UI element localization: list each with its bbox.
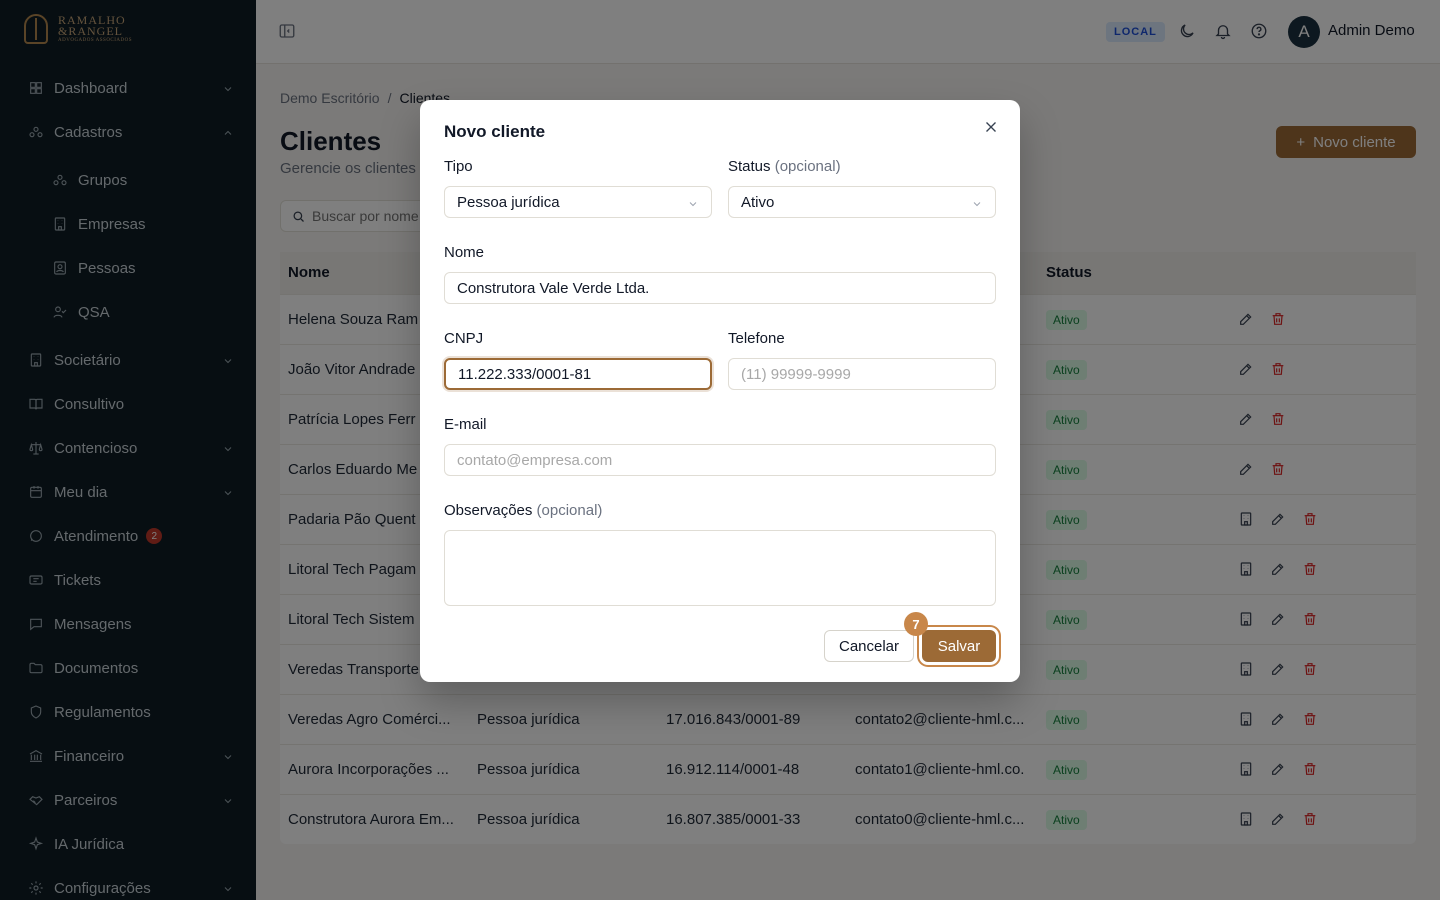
cancel-button[interactable]: Cancelar xyxy=(824,630,914,662)
nome-label: Nome xyxy=(444,244,485,261)
nome-value: Construtora Vale Verde Ltda. xyxy=(457,279,650,297)
tipo-selected-value: Pessoa jurídica xyxy=(457,193,560,211)
tipo-select[interactable]: Pessoa jurídica xyxy=(444,186,712,218)
cnpj-input[interactable]: 11.222.333/0001-81 xyxy=(444,358,712,390)
status-select[interactable]: Ativo xyxy=(728,186,996,218)
email-input[interactable]: contato@empresa.com xyxy=(444,444,996,476)
telefone-input[interactable]: (11) 99999-9999 xyxy=(728,358,996,390)
status-label-text: Status xyxy=(728,158,771,175)
tipo-label: Tipo xyxy=(444,158,473,175)
new-client-dialog: Novo cliente Tipo Pessoa jurídica Status… xyxy=(420,100,1020,682)
cnpj-value: 11.222.333/0001-81 xyxy=(458,365,592,383)
status-selected-value: Ativo xyxy=(741,193,775,211)
observacoes-optional-hint: (opcional) xyxy=(536,502,603,519)
save-button[interactable]: Salvar xyxy=(922,630,996,662)
nome-input[interactable]: Construtora Vale Verde Ltda. xyxy=(444,272,996,304)
email-placeholder: contato@empresa.com xyxy=(457,451,613,469)
close-icon[interactable] xyxy=(982,118,1002,138)
chevron-down-icon xyxy=(971,197,983,209)
observacoes-label: Observações (opcional) xyxy=(444,502,602,519)
cnpj-label: CNPJ xyxy=(444,330,484,347)
email-label: E-mail xyxy=(444,416,487,433)
observacoes-textarea[interactable] xyxy=(444,530,996,606)
step-number-badge: 7 xyxy=(904,612,928,636)
status-label: Status (opcional) xyxy=(728,158,841,175)
telefone-label: Telefone xyxy=(728,330,785,347)
status-optional-hint: (opcional) xyxy=(774,158,841,175)
observacoes-label-text: Observações xyxy=(444,502,533,519)
chevron-down-icon xyxy=(687,197,699,209)
telefone-placeholder: (11) 99999-9999 xyxy=(741,365,851,383)
dialog-title: Novo cliente xyxy=(444,122,546,141)
